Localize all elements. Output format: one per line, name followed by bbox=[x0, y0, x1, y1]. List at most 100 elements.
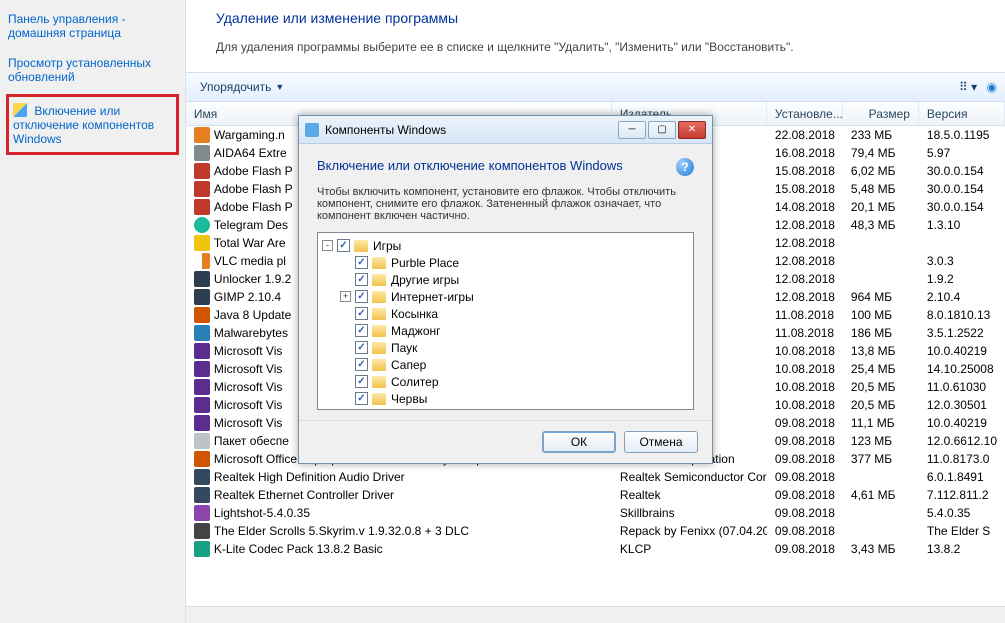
tree-label: Паук bbox=[391, 341, 417, 355]
tree-item[interactable]: Сапер bbox=[320, 356, 691, 373]
app-icon bbox=[194, 541, 210, 557]
checkbox[interactable] bbox=[355, 375, 368, 388]
link-windows-features[interactable]: Включение или отключение компонентов Win… bbox=[13, 100, 154, 150]
program-date: 16.08.2018 bbox=[767, 146, 843, 160]
page-subtitle: Для удаления программы выберите ее в спи… bbox=[216, 40, 975, 54]
program-date: 09.08.2018 bbox=[767, 524, 843, 538]
app-icon bbox=[194, 325, 210, 341]
table-row[interactable]: The Elder Scrolls 5.Skyrim.v 1.9.32.0.8 … bbox=[186, 522, 1005, 540]
tree-item[interactable]: Паук bbox=[320, 339, 691, 356]
app-icon bbox=[194, 253, 210, 269]
app-icon bbox=[194, 487, 210, 503]
checkbox[interactable] bbox=[355, 358, 368, 371]
program-version: 12.0.30501 bbox=[919, 398, 1005, 412]
app-icon bbox=[194, 523, 210, 539]
program-date: 10.08.2018 bbox=[767, 362, 843, 376]
program-publisher: Realtek Semiconductor Corp. bbox=[612, 470, 767, 484]
tree-label: Косынка bbox=[391, 307, 438, 321]
program-version: 5.97 bbox=[919, 146, 1005, 160]
program-name: Realtek High Definition Audio Driver bbox=[214, 470, 405, 484]
program-name: Malwarebytes bbox=[214, 326, 288, 340]
tree-item[interactable]: -Игры bbox=[320, 237, 691, 254]
close-button[interactable]: ✕ bbox=[678, 121, 706, 139]
ok-button[interactable]: ОК bbox=[542, 431, 616, 453]
program-version: 3.0.3 bbox=[919, 254, 1005, 268]
tree-label: Маджонг bbox=[391, 324, 441, 338]
program-date: 09.08.2018 bbox=[767, 506, 843, 520]
program-version: 30.0.0.154 bbox=[919, 182, 1005, 196]
tree-item[interactable]: Червы bbox=[320, 390, 691, 407]
toolbar: Упорядочить▼ ⠿ ▾ ◉ bbox=[186, 72, 1005, 102]
program-date: 11.08.2018 bbox=[767, 326, 843, 340]
horizontal-scrollbar[interactable] bbox=[186, 606, 1005, 623]
link-view-updates[interactable]: Просмотр установленных обновлений bbox=[6, 52, 179, 88]
program-date: 12.08.2018 bbox=[767, 236, 843, 250]
program-size: 79,4 МБ bbox=[843, 146, 919, 160]
dialog-titlebar[interactable]: Компоненты Windows ─ ▢ ✕ bbox=[299, 116, 712, 144]
program-version: 11.0.8173.0 bbox=[919, 452, 1005, 466]
program-date: 12.08.2018 bbox=[767, 254, 843, 268]
folder-icon bbox=[372, 274, 386, 286]
program-name: Java 8 Update bbox=[214, 308, 291, 322]
checkbox[interactable] bbox=[355, 307, 368, 320]
program-date: 14.08.2018 bbox=[767, 200, 843, 214]
folder-icon bbox=[372, 291, 386, 303]
program-size: 3,43 МБ bbox=[843, 542, 919, 556]
program-publisher: KLCP bbox=[612, 542, 767, 556]
checkbox[interactable] bbox=[355, 341, 368, 354]
features-tree[interactable]: -ИгрыPurble PlaceДругие игры+Интернет-иг… bbox=[317, 232, 694, 410]
table-row[interactable]: Realtek Ethernet Controller DriverRealte… bbox=[186, 486, 1005, 504]
tree-item[interactable]: Косынка bbox=[320, 305, 691, 322]
table-row[interactable]: Realtek High Definition Audio Driver Real… bbox=[186, 468, 1005, 486]
checkbox[interactable] bbox=[355, 256, 368, 269]
program-date: 09.08.2018 bbox=[767, 416, 843, 430]
cancel-button[interactable]: Отмена bbox=[624, 431, 698, 453]
program-version: 13.8.2 bbox=[919, 542, 1005, 556]
dialog-heading: Включение или отключение компонентов Win… bbox=[317, 158, 623, 173]
app-icon bbox=[194, 199, 210, 215]
tree-item[interactable]: Другие игры bbox=[320, 271, 691, 288]
link-cp-home[interactable]: Панель управления - домашняя страница bbox=[6, 8, 179, 44]
program-version: The Elder S bbox=[919, 524, 1005, 538]
program-name: Adobe Flash P bbox=[214, 164, 293, 178]
program-version: 18.5.0.1195 bbox=[919, 128, 1005, 142]
page-title: Удаление или изменение программы bbox=[216, 10, 975, 26]
app-icon bbox=[305, 123, 319, 137]
tree-item[interactable]: Purble Place bbox=[320, 254, 691, 271]
tree-item[interactable]: +Интернет-игры bbox=[320, 288, 691, 305]
table-row[interactable]: Lightshot-5.4.0.35Skillbrains09.08.20185… bbox=[186, 504, 1005, 522]
folder-icon bbox=[372, 393, 386, 405]
folder-icon bbox=[354, 240, 368, 252]
program-date: 10.08.2018 bbox=[767, 380, 843, 394]
program-name: GIMP 2.10.4 bbox=[214, 290, 281, 304]
col-version[interactable]: Версия bbox=[919, 102, 1005, 125]
col-size[interactable]: Размер bbox=[843, 102, 919, 125]
checkbox[interactable] bbox=[355, 324, 368, 337]
tree-item[interactable]: Маджонг bbox=[320, 322, 691, 339]
col-date[interactable]: Установле... bbox=[767, 102, 843, 125]
program-version: 12.0.6612.10 bbox=[919, 434, 1005, 448]
app-icon bbox=[194, 379, 210, 395]
program-version: 10.0.40219 bbox=[919, 416, 1005, 430]
checkbox[interactable] bbox=[337, 239, 350, 252]
checkbox[interactable] bbox=[355, 392, 368, 405]
program-date: 09.08.2018 bbox=[767, 470, 843, 484]
folder-icon bbox=[372, 257, 386, 269]
checkbox[interactable] bbox=[355, 290, 368, 303]
table-row[interactable]: K-Lite Codec Pack 13.8.2 BasicKLCP09.08.… bbox=[186, 540, 1005, 558]
minimize-button[interactable]: ─ bbox=[618, 121, 646, 139]
organize-button[interactable]: Упорядочить▼ bbox=[194, 78, 290, 96]
checkbox[interactable] bbox=[355, 273, 368, 286]
help-icon[interactable]: ? bbox=[676, 158, 694, 176]
help-button[interactable]: ◉ bbox=[987, 80, 997, 94]
expand-toggle[interactable]: + bbox=[340, 291, 351, 302]
program-name: VLC media pl bbox=[214, 254, 286, 268]
program-size: 964 МБ bbox=[843, 290, 919, 304]
program-date: 12.08.2018 bbox=[767, 272, 843, 286]
program-version: 7.112.811.2 bbox=[919, 488, 1005, 502]
tree-item[interactable]: Солитер bbox=[320, 373, 691, 390]
tree-label: Сапер bbox=[391, 358, 426, 372]
expand-toggle[interactable]: - bbox=[322, 240, 333, 251]
view-options-button[interactable]: ⠿ ▾ bbox=[959, 80, 977, 94]
maximize-button[interactable]: ▢ bbox=[648, 121, 676, 139]
